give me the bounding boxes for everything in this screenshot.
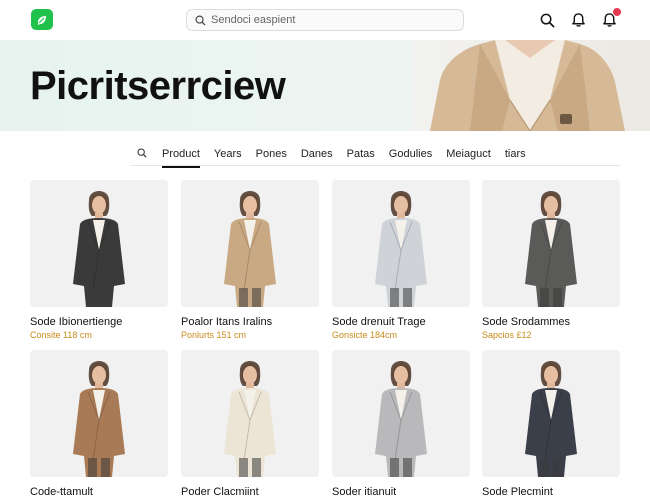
product-card[interactable]: Sode Plecmint: [482, 350, 620, 500]
product-image: [30, 350, 168, 477]
product-name: Poalor Itans Iralins: [181, 316, 273, 328]
notification-badge: [612, 7, 622, 17]
model-figure: [181, 180, 319, 307]
search-input[interactable]: [211, 14, 451, 26]
tab-pones[interactable]: Pones: [256, 140, 287, 166]
model-figure: [482, 180, 620, 307]
search-bar[interactable]: [186, 9, 464, 31]
product-image: [181, 180, 319, 307]
product-grid: Sode Ibionertienge Consite 118 cm Poalor…: [30, 180, 620, 500]
product-card[interactable]: Poalor Itans Iralins Ponlurts 151 cm: [181, 180, 319, 340]
product-name: Poder Clacmiint: [181, 486, 259, 498]
product-image: [332, 350, 470, 477]
tab-meiaguct[interactable]: Meiaguct: [446, 140, 491, 166]
logo-icon[interactable]: [31, 9, 53, 30]
product-card[interactable]: Code-ttamult: [30, 350, 168, 500]
tab-product[interactable]: Product: [162, 140, 200, 168]
model-figure: [30, 350, 168, 477]
tab-patas[interactable]: Patas: [347, 140, 375, 166]
model-figure: [30, 180, 168, 307]
tab-godulies[interactable]: Godulies: [389, 140, 432, 166]
hero-model-image: [410, 40, 650, 131]
product-card[interactable]: Sode Ibionertienge Consite 118 cm: [30, 180, 168, 340]
category-tabs: Product Years Pones Danes Patas Godulies…: [130, 140, 620, 168]
hero-title: Picritserrciew: [30, 64, 286, 108]
product-card[interactable]: Sode drenuit Trage Gonsicte 184cm: [332, 180, 470, 340]
product-card[interactable]: Soder itianuit: [332, 350, 470, 500]
product-name: Code-ttamult: [30, 486, 93, 498]
product-price: Ponlurts 151 cm: [181, 330, 247, 340]
model-figure: [332, 180, 470, 307]
product-image: [30, 180, 168, 307]
hero-banner: Picritserrciew: [0, 40, 650, 131]
tab-years[interactable]: Years: [214, 140, 242, 166]
product-card[interactable]: Poder Clacmiint: [181, 350, 319, 500]
bell-icon[interactable]: [569, 11, 587, 29]
search-icon: [195, 15, 206, 26]
product-image: [482, 350, 620, 477]
product-card[interactable]: Sode Srodammes Sapcios £12: [482, 180, 620, 340]
product-name: Sode Srodammes: [482, 316, 571, 328]
top-bar: [0, 0, 650, 40]
tab-search-icon[interactable]: [130, 140, 154, 164]
tab-tiars[interactable]: tiars: [505, 140, 526, 166]
product-image: [482, 180, 620, 307]
tab-danes[interactable]: Danes: [301, 140, 333, 166]
model-figure: [482, 350, 620, 477]
product-image: [181, 350, 319, 477]
product-name: Sode Plecmint: [482, 486, 553, 498]
model-figure: [332, 350, 470, 477]
notification-bell-icon[interactable]: [600, 7, 622, 29]
product-price: Gonsicte 184cm: [332, 330, 398, 340]
product-name: Soder itianuit: [332, 486, 397, 498]
model-figure: [181, 350, 319, 477]
product-price: Consite 118 cm: [30, 330, 92, 340]
product-name: Sode drenuit Trage: [332, 316, 426, 328]
product-price: Sapcios £12: [482, 330, 532, 340]
product-image: [332, 180, 470, 307]
search-icon[interactable]: [538, 11, 556, 29]
product-name: Sode Ibionertienge: [30, 316, 123, 328]
